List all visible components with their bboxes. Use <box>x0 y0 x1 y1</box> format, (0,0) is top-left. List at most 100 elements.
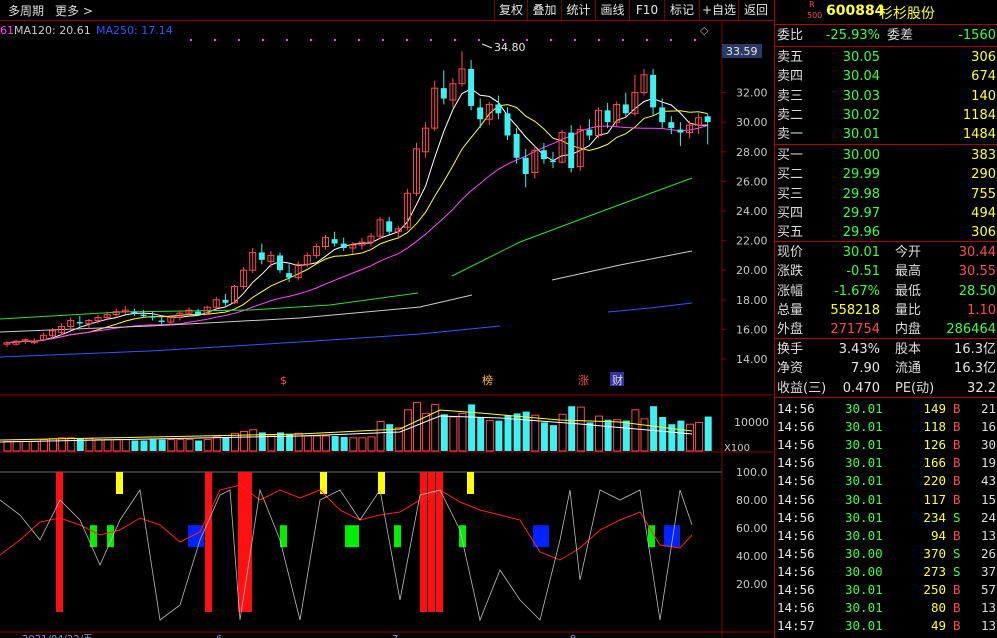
adjust-button[interactable]: 复权 <box>494 0 527 20</box>
volume-bar <box>140 440 148 451</box>
tick-row: 14:56 30.01 117 B 15 <box>775 491 997 509</box>
volume-bar <box>185 439 194 452</box>
volume-bar <box>704 416 712 451</box>
candle-body <box>550 160 556 163</box>
tick-price: 30.01 <box>845 437 883 453</box>
statistics-button[interactable]: 统计 <box>561 0 595 20</box>
volume-bar <box>458 412 467 452</box>
volume-bar <box>249 429 258 452</box>
kline-chart[interactable]: 61 MA120: 20.61 MA250: 17.14 ◇ 32.00 30.0… <box>0 20 773 638</box>
quote-row: 总量 558218 量比 1.10 <box>775 301 997 320</box>
signal-bar-green <box>394 525 401 548</box>
price-tick-label: 32.00 <box>736 87 768 100</box>
event-dot <box>214 39 216 41</box>
event-dot <box>406 39 408 41</box>
indicator-tick-label: 80.00 <box>736 494 768 507</box>
ask-price: 30.01 <box>842 127 880 143</box>
ask-level-label: 卖二 <box>777 107 804 123</box>
volume-bar <box>303 435 312 452</box>
volume-bar <box>240 431 249 452</box>
signal-bar-red <box>420 472 427 612</box>
volume-bar <box>30 440 39 452</box>
candle-body <box>522 157 529 174</box>
back-button[interactable]: 返回 <box>738 0 773 20</box>
stats-label-2: PE(动) <box>895 380 935 396</box>
candle-body <box>331 239 338 244</box>
candle-body <box>604 110 611 123</box>
bid-price: 29.99 <box>842 167 880 183</box>
event-dot <box>238 39 240 41</box>
candle-body <box>195 311 202 315</box>
stats-label: 净资 <box>777 361 804 377</box>
order-ratio-value: -25.93% <box>825 28 880 43</box>
price-tick-label: 22.00 <box>736 235 768 248</box>
bid-row: 买二 29.99 290 <box>775 165 997 184</box>
tick-price: 30.01 <box>845 527 883 543</box>
bid-row: 买三 29.98 755 <box>775 185 997 204</box>
quote-label: 总量 <box>777 302 804 318</box>
volume-bar <box>121 439 130 452</box>
ma60-line-a <box>0 292 419 320</box>
tick-count: 15 <box>980 491 996 507</box>
mark-button[interactable]: 标记 <box>664 0 699 20</box>
diamond-icon[interactable]: ◇ <box>700 24 709 37</box>
draw-line-button[interactable]: 画线 <box>595 0 629 20</box>
indicator-panel <box>0 471 722 622</box>
quote-value: -1.67% <box>834 283 880 299</box>
overlay-button[interactable]: 叠加 <box>527 0 561 20</box>
quote-label-2: 今开 <box>895 245 922 260</box>
more-button[interactable]: 更多 > <box>55 2 93 19</box>
chart-toolbar: 多周期 更多 > 复权 叠加 统计 画线 F10 标记 +自选 返回 <box>0 0 773 21</box>
stats-value-2: 16.3亿 <box>954 361 996 377</box>
ask-price: 30.05 <box>842 50 880 65</box>
volume-bar <box>659 417 667 451</box>
volume-bar <box>277 432 284 451</box>
event-dot <box>574 39 576 41</box>
ask-row: 卖二 30.02 1184 <box>775 106 997 125</box>
volume-bar <box>540 422 548 451</box>
signal-bar-red <box>436 472 443 612</box>
tick-time: 14:56 <box>777 527 815 543</box>
tick-side: B <box>953 437 961 453</box>
event-dot <box>262 39 264 41</box>
candle-body <box>568 132 575 169</box>
volume-bar <box>158 439 166 451</box>
quote-label-2: 最低 <box>895 283 922 299</box>
event-dot <box>310 39 312 41</box>
order-diff-value: -1560 <box>958 28 996 43</box>
multi-period-button[interactable]: 多周期 <box>8 2 44 19</box>
tick-count: 19 <box>980 455 996 471</box>
quote-value: 271754 <box>830 322 880 338</box>
tick-count: 26 <box>980 545 996 561</box>
tick-side: B <box>953 582 961 597</box>
quote-label: 涨跌 <box>777 264 804 280</box>
tick-price: 30.01 <box>845 600 883 616</box>
tick-volume: 80 <box>930 600 946 616</box>
tick-side: B <box>953 527 961 543</box>
ask-row: 卖五 30.05 306 <box>775 48 997 67</box>
stats-value-2: 16.3亿 <box>954 342 996 357</box>
volume-bar <box>322 435 330 452</box>
event-dot <box>646 39 648 41</box>
candle-body <box>659 107 666 123</box>
ma120-legend: MA120: 20.61 <box>14 24 91 37</box>
volume-bar <box>504 415 512 451</box>
ask-row: 卖一 30.01 1484 <box>775 125 997 144</box>
candle-body <box>76 322 83 324</box>
tick-time: 14:56 <box>777 419 815 435</box>
volume-bar <box>495 420 503 451</box>
f10-button[interactable]: F10 <box>629 0 664 20</box>
candle-body <box>668 122 675 129</box>
quote-value-2: 30.44 <box>958 245 996 260</box>
ma250-line-b <box>607 302 693 313</box>
price-tick-label: 20.00 <box>736 264 768 277</box>
volume-bar <box>695 421 704 452</box>
tick-volume: 250 <box>923 582 946 597</box>
tick-side: B <box>953 419 961 435</box>
order-ratio-label: 委比 <box>777 28 804 43</box>
volume-bar <box>331 436 339 451</box>
add-watchlist-button[interactable]: +自选 <box>699 0 738 20</box>
price-tick-label: 24.00 <box>736 205 768 218</box>
stats-value-2: 32.2 <box>967 380 996 396</box>
tick-volume: 273 <box>923 563 946 579</box>
